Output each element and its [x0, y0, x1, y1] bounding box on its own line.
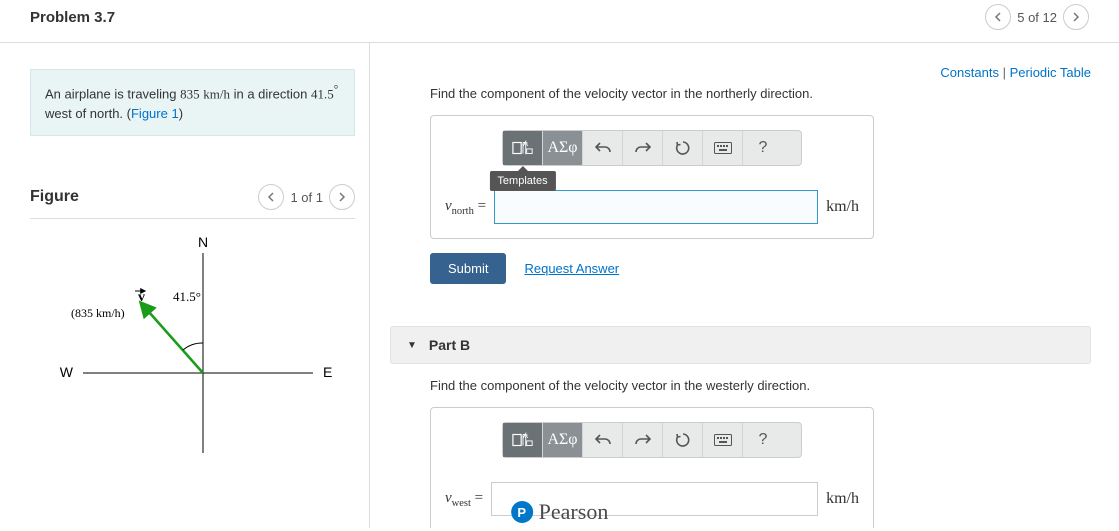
problem-speed-unit: km/h	[203, 86, 230, 101]
part-b: Find the component of the velocity vecto…	[390, 378, 1091, 528]
variable-symbol: v	[445, 490, 452, 506]
part-a-prompt: Find the component of the velocity vecto…	[430, 86, 1091, 101]
variable-label-b: vwest =	[445, 490, 483, 509]
keyboard-icon	[714, 142, 732, 154]
figure-header: Figure 1 of 1	[30, 184, 355, 219]
unit-label-a: km/h	[826, 198, 859, 216]
right-panel: Constants | Periodic Table Find the comp…	[370, 43, 1119, 528]
undo-icon	[595, 141, 611, 155]
templates-icon: x	[512, 139, 534, 157]
figure-diagram: N E W 41.5° v (835 km/h)	[43, 233, 343, 453]
figure-angle-label: 41.5°	[173, 289, 201, 304]
answer-input-a[interactable]	[494, 190, 818, 224]
submit-button-a[interactable]: Submit	[430, 253, 506, 284]
problem-text: An airplane is traveling	[45, 86, 180, 101]
pearson-brand-text: Pearson	[539, 499, 609, 525]
templates-icon: x	[512, 431, 534, 449]
problem-text: in a direction	[230, 86, 311, 101]
answer-frame-a: x Templates ΑΣφ	[430, 115, 874, 239]
reset-icon	[675, 432, 691, 448]
link-separator: |	[999, 65, 1010, 80]
undo-button[interactable]	[583, 131, 623, 165]
variable-subscript: west	[452, 498, 471, 509]
redo-icon	[635, 141, 651, 155]
part-b-prompt: Find the component of the velocity vecto…	[430, 378, 1091, 393]
chevron-left-icon	[994, 12, 1002, 22]
figure-vector-label: v	[138, 290, 145, 305]
caret-down-icon: ▼	[407, 340, 417, 351]
next-figure-button[interactable]	[329, 184, 355, 210]
part-a-actions: Submit Request Answer	[430, 253, 1091, 284]
answer-row-a: vnorth = km/h	[445, 190, 859, 224]
problem-angle: 41.5	[311, 86, 334, 101]
equation-toolbar-b: x ΑΣφ	[502, 422, 802, 458]
part-b-header[interactable]: ▼ Part B	[390, 326, 1091, 364]
reset-icon	[675, 140, 691, 156]
equals-sign: =	[474, 198, 486, 214]
templates-button[interactable]: x Templates	[503, 131, 543, 165]
greek-symbols-button[interactable]: ΑΣφ	[543, 131, 583, 165]
unit-label-b: km/h	[826, 490, 859, 508]
chevron-right-icon	[338, 192, 346, 202]
request-answer-link-a[interactable]: Request Answer	[524, 261, 619, 276]
variable-symbol: v	[445, 198, 452, 214]
answer-row-b: vwest = km/h	[445, 482, 859, 516]
pager-label: 5 of 12	[1017, 10, 1057, 25]
chevron-right-icon	[1072, 12, 1080, 22]
pearson-badge-icon: P	[511, 501, 533, 523]
equation-toolbar-a: x Templates ΑΣφ	[502, 130, 802, 166]
left-panel: An airplane is traveling 835 km/h in a d…	[0, 43, 370, 528]
figure-link[interactable]: Figure 1	[131, 106, 179, 121]
problem-statement: An airplane is traveling 835 km/h in a d…	[30, 69, 355, 136]
part-a: Find the component of the velocity vecto…	[390, 86, 1091, 302]
prev-problem-button[interactable]	[985, 4, 1011, 30]
help-button[interactable]: ?	[743, 131, 783, 165]
problem-text: west of north. (	[45, 106, 131, 121]
keyboard-icon	[714, 434, 732, 446]
reset-button[interactable]	[663, 423, 703, 457]
figure-speed-label: (835 km/h)	[71, 306, 125, 320]
prev-figure-button[interactable]	[258, 184, 284, 210]
problem-speed: 835	[180, 86, 200, 101]
figure-pager-label: 1 of 1	[290, 190, 323, 205]
figure-label-w: W	[59, 364, 73, 380]
reset-button[interactable]	[663, 131, 703, 165]
equals-sign: =	[471, 490, 483, 506]
keyboard-button[interactable]	[703, 423, 743, 457]
constants-link[interactable]: Constants	[940, 65, 999, 80]
greek-symbols-button[interactable]: ΑΣφ	[543, 423, 583, 457]
figure-label-e: E	[323, 364, 332, 380]
problem-header: Problem 3.7 5 of 12	[0, 0, 1119, 43]
redo-button[interactable]	[623, 131, 663, 165]
next-problem-button[interactable]	[1063, 4, 1089, 30]
undo-icon	[595, 433, 611, 447]
part-b-title: Part B	[429, 337, 470, 353]
figure-pager: 1 of 1	[258, 184, 355, 210]
periodic-table-link[interactable]: Periodic Table	[1010, 65, 1091, 80]
variable-label-a: vnorth =	[445, 198, 486, 217]
problem-pager: 5 of 12	[985, 4, 1089, 30]
chevron-left-icon	[267, 192, 275, 202]
templates-tooltip: Templates	[489, 171, 555, 191]
help-button[interactable]: ?	[743, 423, 783, 457]
keyboard-button[interactable]	[703, 131, 743, 165]
pearson-logo: P Pearson	[511, 499, 609, 525]
figure-label-n: N	[197, 234, 207, 250]
variable-subscript: north	[452, 206, 474, 217]
problem-title: Problem 3.7	[30, 9, 115, 26]
degree-symbol: °	[334, 84, 338, 96]
redo-icon	[635, 433, 651, 447]
answer-frame-b: x ΑΣφ	[430, 407, 874, 528]
redo-button[interactable]	[623, 423, 663, 457]
undo-button[interactable]	[583, 423, 623, 457]
resource-links: Constants | Periodic Table	[390, 65, 1091, 80]
figure-heading: Figure	[30, 188, 79, 206]
templates-button[interactable]: x	[503, 423, 543, 457]
problem-text: )	[179, 106, 183, 121]
